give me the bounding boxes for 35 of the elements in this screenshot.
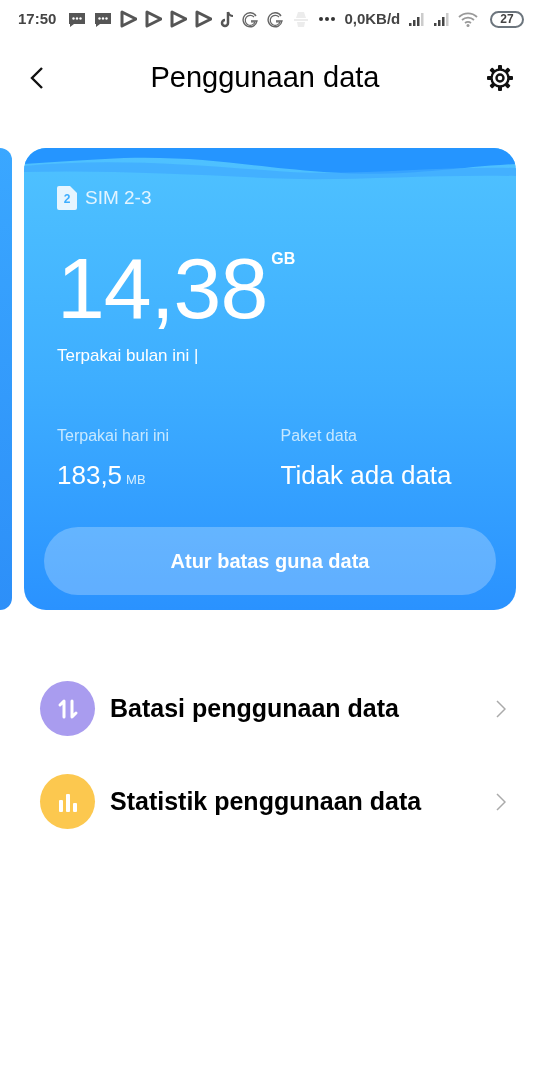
stat-label: Paket data: [280, 426, 358, 446]
play-icon: [145, 10, 163, 28]
back-button[interactable]: [30, 65, 44, 91]
wifi-icon: [458, 11, 479, 27]
settings-button[interactable]: [486, 64, 514, 92]
stat-unit: MB: [126, 471, 146, 489]
usage-caption: Terpakai bulan ini |: [57, 344, 200, 367]
menu-item[interactable]: Statistik penggunaan data: [0, 755, 540, 848]
more-icon: [318, 16, 337, 22]
music-note-icon: [220, 10, 235, 28]
signal-icon: [408, 11, 426, 27]
menu-item[interactable]: Batasi penggunaan data: [0, 662, 540, 755]
sim-icon: 2: [57, 186, 77, 211]
menu-label: Batasi penggunaan data: [110, 692, 400, 724]
play-icon: [120, 10, 138, 28]
ring-icon: [242, 10, 260, 28]
usage-unit: GB: [271, 248, 296, 269]
ring-icon: [267, 10, 285, 28]
clock: 17:50: [18, 8, 57, 29]
sim-label: SIM 2-3: [85, 186, 152, 210]
menu-label: Statistik penggunaan data: [110, 785, 423, 817]
signal-icon: [433, 11, 451, 27]
message-icon: [68, 10, 87, 28]
battery-indicator: 27: [490, 10, 524, 28]
play-icon: [170, 10, 188, 28]
network-speed: 0,0KB/d: [344, 8, 401, 29]
stat-label: Terpakai hari ini: [57, 426, 171, 446]
message-icon: [94, 10, 113, 28]
usage-amount: 14,38: [57, 244, 268, 331]
chevron-icon: [496, 699, 506, 718]
play-icon: [195, 10, 213, 28]
stat-value: 183,5: [57, 459, 123, 492]
stat-value: Tidak ada data: [280, 460, 452, 490]
page-title: Penggunaan data: [150, 60, 380, 96]
chevron-icon: [496, 792, 506, 811]
